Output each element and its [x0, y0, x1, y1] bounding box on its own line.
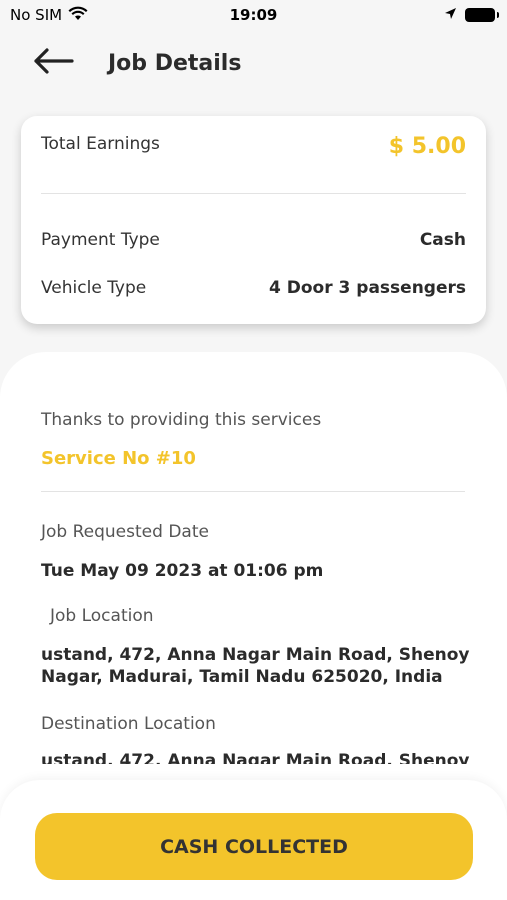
destination-location-value: ustand, 472, Anna Nagar Main Road, Sheno… — [41, 751, 470, 764]
carrier-label: No SIM — [10, 6, 63, 24]
location-arrow-icon — [444, 6, 457, 24]
payment-type-label: Payment Type — [41, 230, 160, 250]
earnings-card: Total Earnings $ 5.00 Payment Type Cash … — [21, 116, 486, 324]
total-earnings-value: $ 5.00 — [388, 134, 466, 159]
total-earnings-row: Total Earnings $ 5.00 — [41, 116, 466, 194]
destination-location-label: Destination Location — [41, 714, 216, 734]
header: Job Details — [0, 38, 507, 88]
job-requested-date-label: Job Requested Date — [41, 522, 209, 542]
back-button[interactable] — [32, 43, 82, 83]
status-right — [444, 6, 499, 24]
service-number: Service No #10 — [41, 448, 196, 469]
job-requested-date-value: Tue May 09 2023 at 01:06 pm — [41, 561, 324, 581]
total-earnings-label: Total Earnings — [41, 134, 160, 154]
vehicle-type-row: Vehicle Type 4 Door 3 passengers — [41, 278, 466, 298]
vehicle-type-label: Vehicle Type — [41, 278, 147, 298]
job-location-label: Job Location — [50, 606, 154, 626]
payment-type-row: Payment Type Cash — [41, 230, 466, 250]
status-bar: No SIM 19:09 — [0, 0, 507, 30]
bottom-action-bar: CASH COLLECTED — [0, 780, 507, 900]
status-left: No SIM — [10, 6, 88, 25]
arrow-left-icon — [32, 47, 74, 79]
vehicle-type-value: 4 Door 3 passengers — [269, 278, 466, 298]
cash-collected-button[interactable]: CASH COLLECTED — [35, 813, 473, 880]
battery-icon — [465, 8, 499, 22]
job-location-value: ustand, 472, Anna Nagar Main Road, Sheno… — [41, 645, 470, 687]
divider — [41, 491, 465, 492]
page-title: Job Details — [108, 50, 242, 76]
payment-type-value: Cash — [419, 230, 466, 250]
thanks-text: Thanks to providing this services — [41, 410, 322, 430]
wifi-icon — [68, 6, 88, 25]
